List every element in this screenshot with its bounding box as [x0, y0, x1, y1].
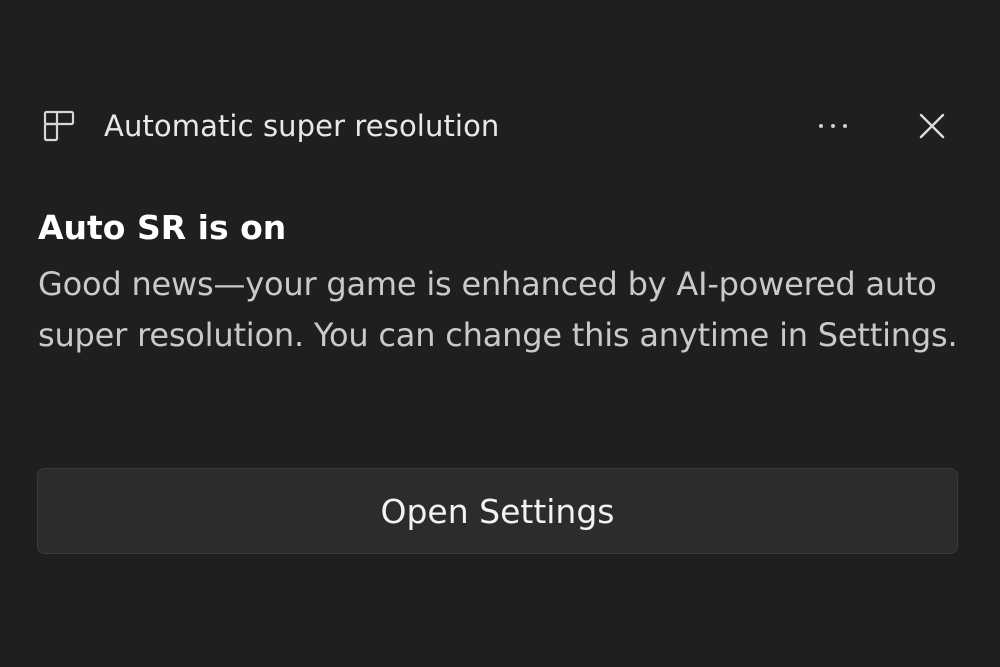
open-settings-button[interactable]: Open Settings: [37, 468, 958, 554]
header-actions: [806, 104, 960, 148]
widget-layout-icon: [42, 108, 78, 144]
app-title: Automatic super resolution: [104, 109, 500, 143]
notification-body: Good news—your game is enhanced by AI-po…: [38, 265, 958, 354]
notification-toast: Automatic super resolution Auto SR is on…: [0, 0, 1000, 667]
close-icon[interactable]: [904, 104, 960, 148]
notification-header: Automatic super resolution: [40, 104, 960, 148]
more-options-icon[interactable]: [806, 104, 862, 148]
notification-heading: Auto SR is on: [38, 208, 287, 247]
